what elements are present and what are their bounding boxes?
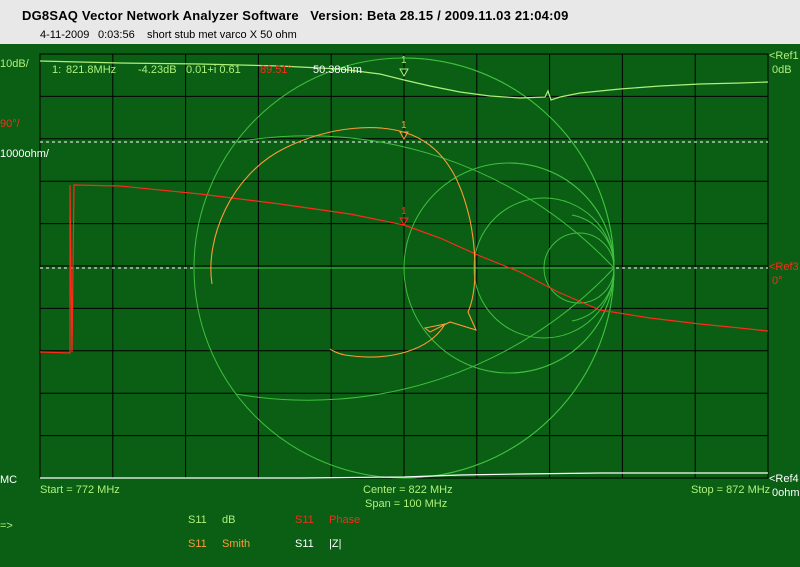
window-version: Version: Beta 28.15 / 2009.11.03 21:04:0… — [310, 8, 569, 23]
freq-span: Span = 100 MHz — [365, 498, 448, 510]
legend-s11-phase-unit[interactable]: Phase — [329, 514, 360, 526]
scale-mc-label: MC — [0, 474, 18, 486]
ref1-value: 0dB — [772, 64, 792, 76]
freq-stop: Stop = 872 MHz — [691, 484, 771, 496]
window-title: DG8SAQ Vector Network Analyzer Software … — [22, 8, 569, 23]
legend-s11-db-unit[interactable]: dB — [222, 514, 235, 526]
trace-s11-smith — [210, 127, 477, 358]
readout-freq: 821.8MHz — [66, 64, 117, 76]
legend-s11-phase-param[interactable]: S11 — [295, 514, 314, 526]
scale-db-label: 10dB/ — [0, 58, 29, 70]
info-date: 4-11-2009 — [40, 29, 90, 41]
smith-x-arc-8 — [571, 267, 615, 322]
marker-smith-label: 1 — [401, 120, 407, 131]
legend-s11-smith-param[interactable]: S11 — [188, 538, 207, 550]
arrow-hint: => — [0, 520, 13, 532]
readout-ohm: 50.38ohm — [313, 64, 362, 76]
readout-phase: 89.51° — [260, 64, 292, 76]
ref4-value: 0ohm — [772, 487, 800, 499]
plot-area[interactable]: 1 1 1 10dB/ 90°/ 1000ohm/ MC 1: 821.8MHz… — [0, 44, 800, 567]
smith-x-arc-6 — [235, 267, 615, 401]
marker-phase-label: 1 — [401, 206, 407, 217]
smith-x-arc-7 — [571, 214, 615, 269]
freq-start: Start = 772 MHz — [40, 484, 120, 496]
ref4-label: <Ref4 — [769, 473, 799, 485]
scale-phase-label: 90°/ — [0, 118, 20, 130]
readout-db: -4.23dB — [138, 64, 177, 76]
freq-center: Center = 822 MHz — [363, 484, 453, 496]
readout-complex: 0.01+i 0.61 — [186, 64, 241, 76]
legend-s11-z-unit[interactable]: |Z| — [329, 538, 341, 550]
legend-s11-z-param[interactable]: S11 — [295, 538, 314, 550]
legend-s11-smith-unit[interactable]: Smith — [222, 538, 250, 550]
ref1-label: <Ref1 — [769, 50, 799, 62]
readout-index: 1: — [52, 64, 62, 76]
ref3-label: <Ref3 — [769, 261, 799, 273]
smith-x-arc-5 — [235, 135, 615, 269]
ref3-value: 0° — [772, 275, 783, 287]
info-line: 4-11-2009 0:03:56 short stub met varco X… — [0, 26, 800, 44]
info-note: short stub met varco X 50 ohm — [147, 29, 297, 41]
info-time: 0:03:56 — [98, 29, 135, 41]
marker-db-label: 1 — [401, 55, 407, 66]
scale-ohm-label: 1000ohm/ — [0, 148, 49, 160]
legend-s11-db-param[interactable]: S11 — [188, 514, 207, 526]
